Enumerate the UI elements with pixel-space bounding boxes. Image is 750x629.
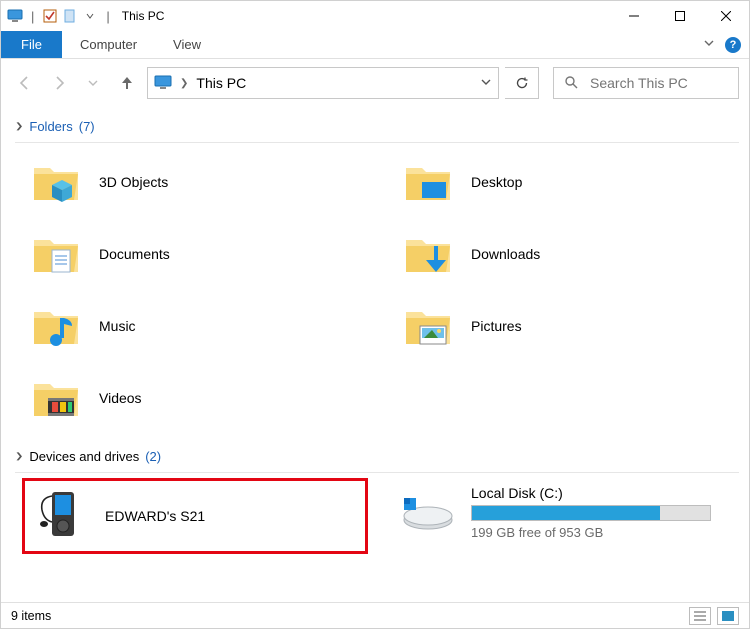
- search-icon: [564, 75, 578, 92]
- drive-capacity-fill: [472, 506, 660, 520]
- section-folders-label: Folders: [29, 119, 72, 134]
- drive-free-space: 199 GB free of 953 GB: [471, 525, 711, 540]
- folder-icon: [401, 299, 455, 353]
- qat-properties-icon[interactable]: [42, 8, 58, 24]
- section-folders-count: (7): [79, 119, 95, 134]
- folder-downloads[interactable]: Downloads: [401, 227, 733, 281]
- folder-icon: [29, 227, 83, 281]
- media-player-icon: [35, 489, 89, 543]
- chevron-down-icon: ❯: [15, 452, 23, 461]
- address-dropdown-icon[interactable]: [480, 76, 492, 91]
- this-pc-icon: [7, 8, 23, 24]
- search-input[interactable]: [588, 74, 750, 92]
- folder-label: Pictures: [471, 318, 522, 334]
- window-titlebar: | | This PC: [1, 1, 749, 31]
- forward-button[interactable]: [45, 69, 73, 97]
- tab-computer[interactable]: Computer: [62, 31, 155, 58]
- history-dropdown-icon[interactable]: [79, 69, 107, 97]
- folder-videos[interactable]: Videos: [29, 371, 361, 425]
- drive-local-disk-c[interactable]: Local Disk (C:) 199 GB free of 953 GB: [401, 485, 733, 547]
- hard-disk-icon: [401, 485, 455, 539]
- maximize-button[interactable]: [657, 1, 703, 31]
- qat-dropdown-icon[interactable]: [82, 8, 98, 24]
- back-button[interactable]: [11, 69, 39, 97]
- breadcrumb-location[interactable]: This PC: [196, 75, 246, 91]
- folder-label: Documents: [99, 246, 170, 262]
- device-label: EDWARD's S21: [105, 508, 205, 524]
- section-drives-header[interactable]: ❯ Devices and drives (2): [15, 443, 739, 473]
- qat-newfolder-icon[interactable]: [62, 8, 78, 24]
- view-details-button[interactable]: [689, 607, 711, 625]
- folder-label: Desktop: [471, 174, 522, 190]
- ribbon: File Computer View ?: [1, 31, 749, 59]
- folder-icon: [29, 155, 83, 209]
- drive-capacity-bar: [471, 505, 711, 521]
- content-pane: ❯ Folders (7) 3D Objects: [1, 107, 749, 602]
- section-folders-header[interactable]: ❯ Folders (7): [15, 113, 739, 143]
- file-tab[interactable]: File: [1, 31, 62, 58]
- folder-desktop[interactable]: Desktop: [401, 155, 733, 209]
- folder-label: Music: [99, 318, 136, 334]
- folder-icon: [401, 155, 455, 209]
- status-bar: 9 items: [1, 602, 749, 628]
- address-bar[interactable]: ❯ This PC: [147, 67, 499, 99]
- up-button[interactable]: [113, 69, 141, 97]
- title-separator: |: [102, 9, 113, 24]
- help-icon[interactable]: ?: [725, 37, 741, 53]
- address-location-icon: [154, 75, 172, 92]
- ribbon-expand-icon[interactable]: [697, 37, 721, 52]
- drives-grid: EDWARD's S21 Local Disk (C:) 199 GB free…: [15, 481, 739, 565]
- view-large-icons-button[interactable]: [717, 607, 739, 625]
- window-title: This PC: [118, 9, 165, 23]
- folder-icon: [29, 371, 83, 425]
- folder-pictures[interactable]: Pictures: [401, 299, 733, 353]
- folder-icon: [29, 299, 83, 353]
- folder-documents[interactable]: Documents: [29, 227, 361, 281]
- chevron-down-icon: ❯: [15, 122, 23, 131]
- close-button[interactable]: [703, 1, 749, 31]
- folder-label: Downloads: [471, 246, 540, 262]
- folder-music[interactable]: Music: [29, 299, 361, 353]
- search-box[interactable]: [553, 67, 739, 99]
- tab-view[interactable]: View: [155, 31, 219, 58]
- navigation-row: ❯ This PC: [1, 59, 749, 107]
- folder-label: 3D Objects: [99, 174, 168, 190]
- breadcrumb-separator-icon[interactable]: ❯: [180, 78, 188, 89]
- folder-label: Videos: [99, 390, 142, 406]
- refresh-button[interactable]: [505, 67, 539, 99]
- drive-label: Local Disk (C:): [471, 485, 711, 501]
- device-edwards-s21[interactable]: EDWARD's S21: [29, 485, 361, 547]
- qat-separator: |: [27, 9, 38, 24]
- folder-3d-objects[interactable]: 3D Objects: [29, 155, 361, 209]
- section-drives-count: (2): [145, 449, 161, 464]
- folder-icon: [401, 227, 455, 281]
- folders-grid: 3D Objects Desktop: [15, 151, 739, 443]
- minimize-button[interactable]: [611, 1, 657, 31]
- status-item-count: 9 items: [11, 609, 51, 623]
- section-drives-label: Devices and drives: [29, 449, 139, 464]
